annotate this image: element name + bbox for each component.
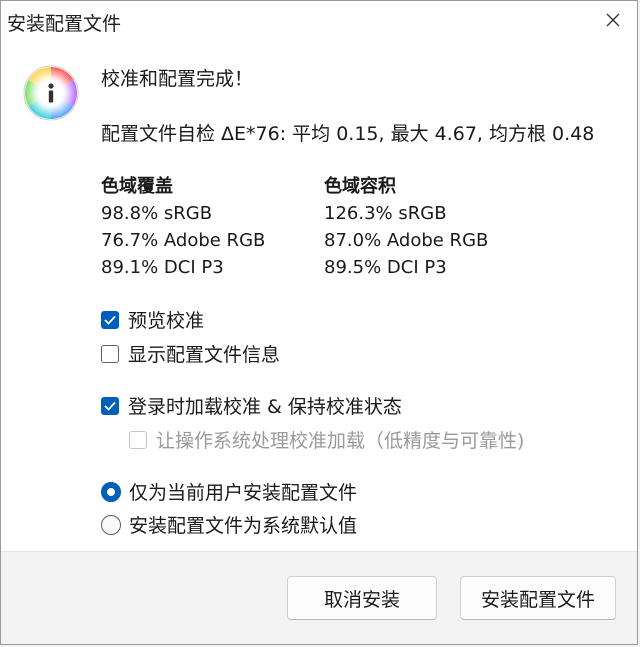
gamut-coverage-heading: 色域覆盖: [101, 176, 173, 197]
checkbox-box[interactable]: [101, 344, 119, 363]
gamut-coverage-value: 98.8% sRGB: [101, 203, 213, 224]
window-title: 安装配置文件: [7, 13, 122, 35]
radio-selected-icon[interactable]: [101, 481, 121, 502]
profile-self-check: 配置文件自检 ΔE*76: 平均 0.15, 最大 4.67, 均方根 0.48: [101, 123, 595, 145]
cancel-install-button[interactable]: 取消安装: [287, 576, 437, 620]
install-system-default-radio[interactable]: 安装配置文件为系统默认值: [101, 511, 357, 538]
radio-unselected-icon[interactable]: [101, 514, 121, 535]
title-bar: 安装配置文件: [1, 1, 637, 41]
checkmark-icon[interactable]: [101, 396, 119, 415]
load-on-login-label: 登录时加载校准 & 保持校准状态: [128, 396, 402, 418]
show-profile-info-label: 显示配置文件信息: [128, 344, 281, 366]
install-profile-button[interactable]: 安装配置文件: [460, 576, 616, 620]
completion-headline: 校准和配置完成！: [101, 68, 254, 90]
os-handles-loading-label: 让操作系统处理校准加载（低精度与可靠性): [156, 430, 525, 452]
preview-calibration-checkbox[interactable]: 预览校准: [101, 306, 204, 333]
install-current-user-radio[interactable]: 仅为当前用户安装配置文件: [101, 478, 357, 505]
gamut-volume-value: 126.3% sRGB: [324, 203, 447, 224]
gamut-volume-heading: 色域容积: [324, 176, 396, 197]
checkmark-icon[interactable]: [101, 310, 119, 329]
gamut-volume-value: 87.0% Adobe RGB: [324, 230, 489, 251]
gamut-coverage: 色域覆盖 98.8% sRGB 76.7% Adobe RGB 89.1% DC…: [101, 173, 265, 281]
gamut-coverage-value: 76.7% Adobe RGB: [101, 230, 266, 251]
os-handles-loading-checkbox: 让操作系统处理校准加载（低精度与可靠性): [129, 426, 524, 453]
preview-calibration-label: 预览校准: [128, 310, 205, 332]
install-system-default-label: 安装配置文件为系统默认值: [129, 515, 358, 537]
gamut-volume: 色域容积 126.3% sRGB 87.0% Adobe RGB 89.5% D…: [324, 173, 488, 281]
show-profile-info-checkbox[interactable]: 显示配置文件信息: [101, 340, 280, 367]
install-profile-dialog: 安装配置文件 校准和配置完成！ 配置文件自检 ΔE*76: 平均 0.15, 最…: [0, 0, 638, 645]
info-icon: [23, 65, 79, 121]
load-on-login-checkbox[interactable]: 登录时加载校准 & 保持校准状态: [101, 392, 402, 419]
gamut-volume-value: 89.5% DCI P3: [324, 257, 447, 278]
gamut-coverage-value: 89.1% DCI P3: [101, 257, 224, 278]
close-icon[interactable]: [603, 10, 623, 30]
install-current-user-label: 仅为当前用户安装配置文件: [129, 482, 358, 504]
button-bar: 取消安装 安装配置文件: [1, 551, 637, 644]
checkbox-box: [129, 430, 147, 449]
